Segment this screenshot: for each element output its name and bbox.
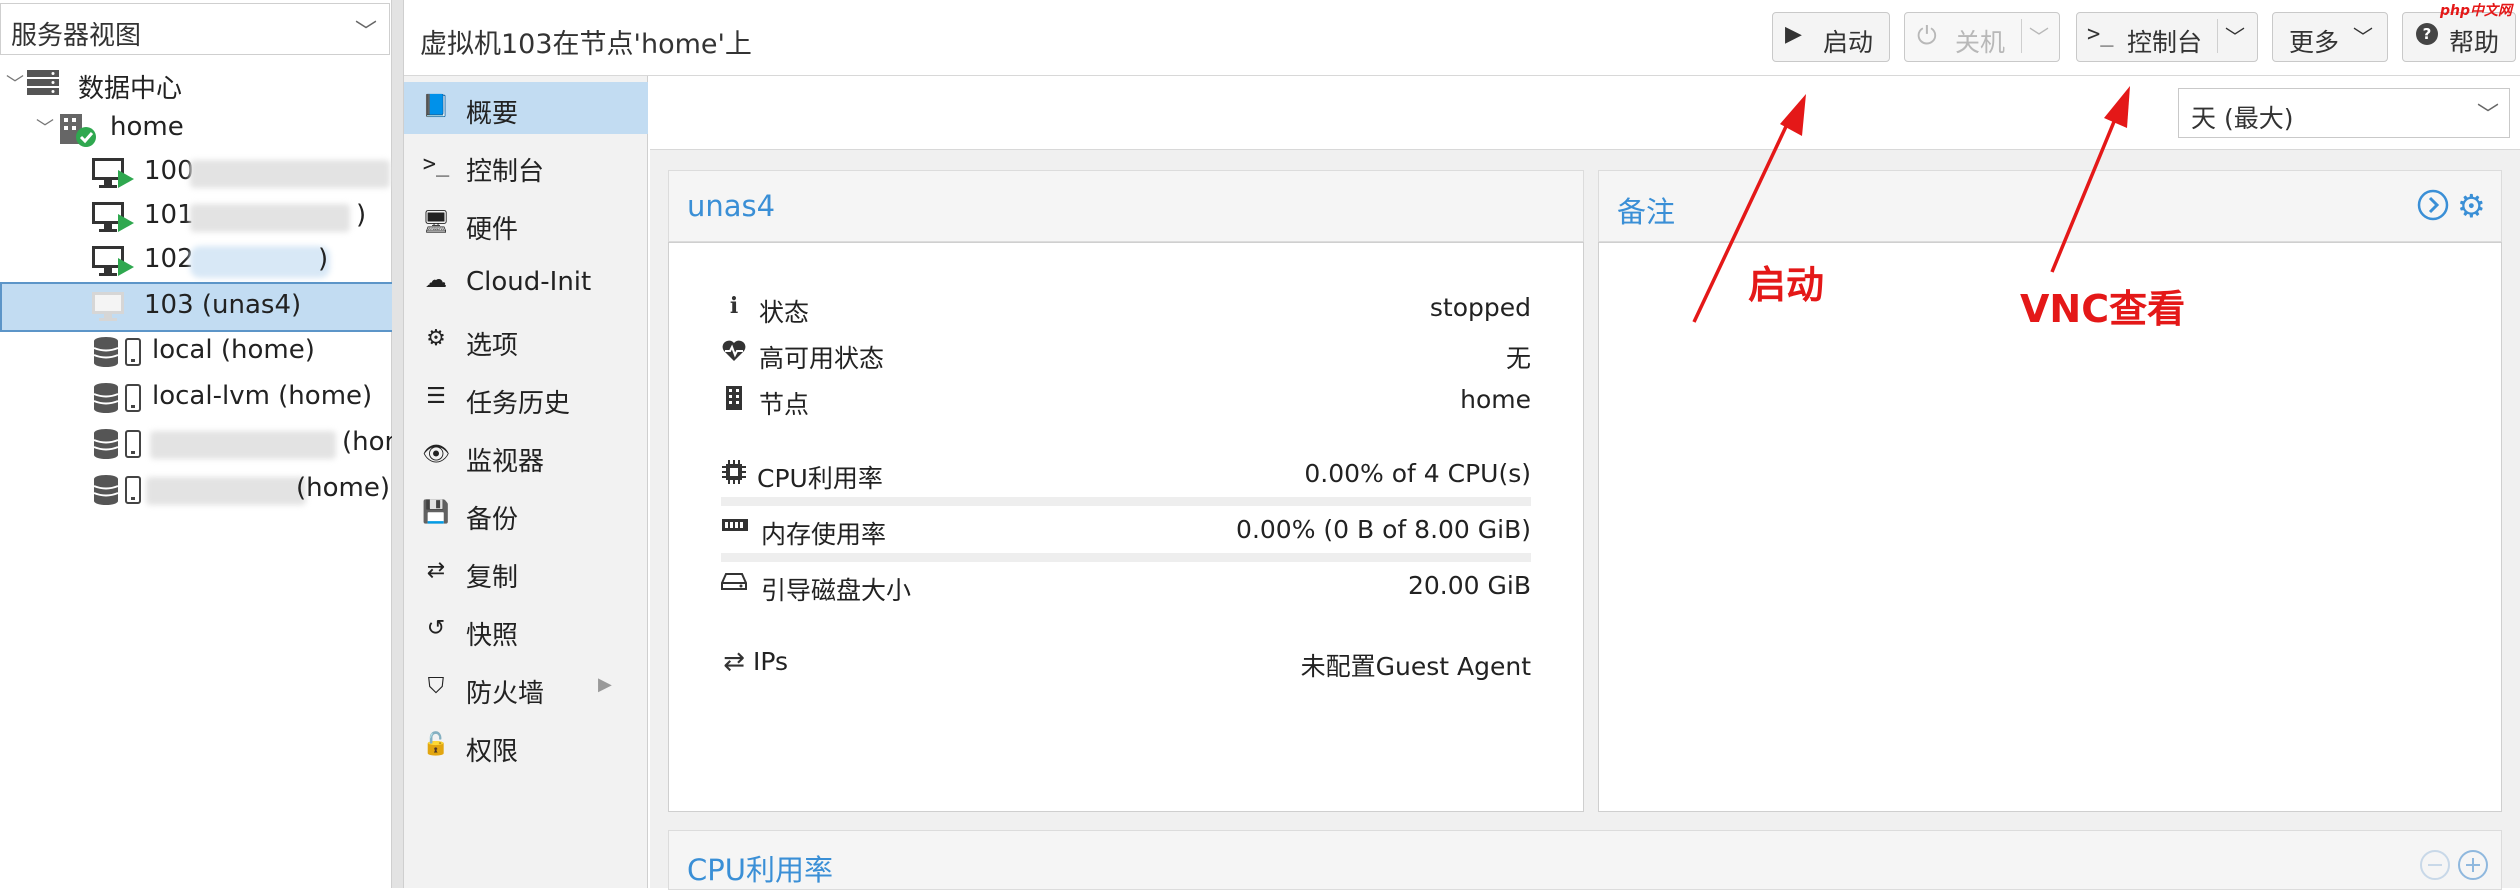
annotation-arrows — [1692, 86, 2130, 323]
annotation-vnc-label: VNC查看 — [2020, 287, 2186, 331]
annotation-start-label: 启动 — [1748, 263, 1825, 307]
